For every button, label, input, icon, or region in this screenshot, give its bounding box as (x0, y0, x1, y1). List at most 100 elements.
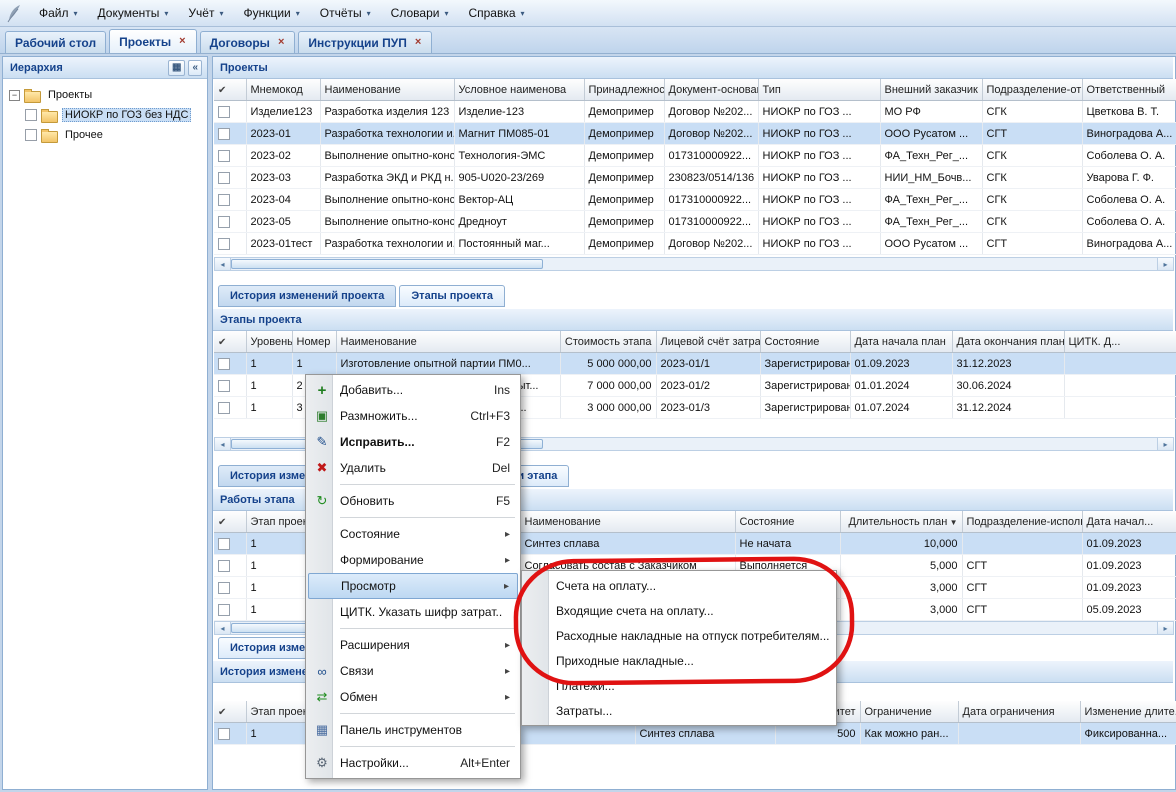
close-icon[interactable]: × (414, 37, 422, 48)
tree-item[interactable]: Прочее (6, 125, 204, 145)
context-menu-item[interactable]: ▣Размножить...Ctrl+F3 (308, 403, 518, 429)
row-checkbox[interactable] (218, 172, 230, 184)
column-header[interactable]: Наименование (336, 331, 560, 353)
select-all-checkbox[interactable]: ✔ (214, 511, 246, 533)
table-row[interactable]: Изделие123Разработка изделия 123Изделие-… (214, 101, 1176, 123)
grid-search-icon[interactable]: ▦ (168, 60, 185, 76)
column-header[interactable]: Дата начала план (850, 331, 952, 353)
menubar-item[interactable]: Документы (89, 2, 178, 24)
context-menu-item[interactable]: Формирование▸ (308, 547, 518, 573)
context-menu-item[interactable]: Расширения▸ (308, 632, 518, 658)
column-header[interactable]: Условное наименова (454, 79, 584, 101)
context-menu-item[interactable]: ⚙Настройки...Alt+Enter (308, 750, 518, 776)
column-header[interactable]: Подразделение-исполнитель.. (962, 511, 1082, 533)
context-menu-item[interactable]: ✖УдалитьDel (308, 455, 518, 481)
column-header[interactable]: Состояние (735, 511, 840, 533)
context-menu-item[interactable]: ∞Связи▸ (308, 658, 518, 684)
column-header[interactable]: Номер (292, 331, 336, 353)
column-header[interactable]: Дата начал... (1082, 511, 1176, 533)
menubar-item[interactable]: Файл (30, 2, 87, 24)
scroll-right-icon[interactable]: ▸ (1157, 622, 1173, 634)
menubar-item[interactable]: Функции (234, 2, 308, 24)
submenu-item[interactable]: Счета на оплату... (524, 573, 834, 598)
select-all-checkbox[interactable]: ✔ (214, 331, 246, 353)
context-menu-item[interactable]: ✎Исправить...F2 (308, 429, 518, 455)
document-tab[interactable]: Рабочий стол (5, 31, 106, 53)
row-checkbox[interactable] (218, 728, 230, 740)
tree-item[interactable]: НИОКР по ГОЗ без НДС (6, 105, 204, 125)
section-tab[interactable]: Этапы проекта (399, 285, 505, 307)
menubar-item[interactable]: Справка (459, 2, 533, 24)
close-icon[interactable]: × (277, 37, 285, 48)
column-header[interactable]: Наименование (320, 79, 454, 101)
row-checkbox[interactable] (218, 216, 230, 228)
context-menu-item[interactable]: Просмотр▸ (308, 573, 518, 599)
row-checkbox[interactable] (218, 194, 230, 206)
scroll-right-icon[interactable]: ▸ (1157, 258, 1173, 270)
context-menu-item[interactable]: ▦Панель инструментов (308, 717, 518, 743)
column-header[interactable]: Мнемокод (246, 79, 320, 101)
row-checkbox[interactable] (218, 128, 230, 140)
document-tab[interactable]: Проекты× (109, 29, 197, 53)
table-row[interactable]: 2023-01тестРазработка технологии и...Пос… (214, 233, 1176, 255)
close-icon[interactable]: × (178, 36, 186, 47)
column-header[interactable]: Длительность план ▼ (840, 511, 962, 533)
row-checkbox[interactable] (218, 238, 230, 250)
context-menu-item[interactable]: +Добавить...Ins (308, 377, 518, 403)
document-tab[interactable]: Инструкции ПУП× (298, 31, 432, 53)
row-checkbox[interactable] (218, 560, 230, 572)
table-row[interactable]: 11Изготовление опытной партии ПМ0...5 00… (214, 353, 1176, 375)
projects-hscrollbar[interactable]: ◂ ▸ (214, 257, 1174, 271)
scrollbar-thumb[interactable] (231, 259, 543, 269)
checkbox[interactable] (25, 129, 37, 141)
row-checkbox[interactable] (218, 402, 230, 414)
table-row[interactable]: 2023-05Выполнение опытно-конс...Дредноут… (214, 211, 1176, 233)
context-menu-item[interactable]: Состояние▸ (308, 521, 518, 547)
column-header[interactable]: Ограничение (860, 701, 958, 723)
column-header[interactable]: Внешний заказчик (880, 79, 982, 101)
table-row[interactable]: 2023-01Разработка технологии и...Магнит … (214, 123, 1176, 145)
submenu-item[interactable]: Расходные накладные на отпуск потребител… (524, 623, 834, 648)
section-tab[interactable]: История изменений проекта (218, 285, 396, 307)
column-header[interactable]: Лицевой счёт затрат. (656, 331, 760, 353)
column-header[interactable]: Дата ограничения (958, 701, 1080, 723)
context-menu-item[interactable]: ⇄Обмен▸ (308, 684, 518, 710)
column-header[interactable]: Дата окончания план (952, 331, 1064, 353)
column-header[interactable]: Стоимость этапа (560, 331, 656, 353)
table-row[interactable]: 2023-03Разработка ЭКД и РКД н...905-U020… (214, 167, 1176, 189)
expander-icon[interactable]: − (9, 90, 20, 101)
scroll-right-icon[interactable]: ▸ (1157, 438, 1173, 450)
submenu-item[interactable]: Затраты... (524, 698, 834, 723)
row-checkbox[interactable] (218, 358, 230, 370)
column-header[interactable]: ЦИТК. Д... (1064, 331, 1176, 353)
table-row[interactable]: 2023-02Выполнение опытно-конс...Технолог… (214, 145, 1176, 167)
row-checkbox[interactable] (218, 538, 230, 550)
context-menu-item[interactable]: ↻ОбновитьF5 (308, 488, 518, 514)
tree-item[interactable]: −Проекты (6, 85, 204, 105)
column-header[interactable]: Документ-основан (664, 79, 758, 101)
row-checkbox[interactable] (218, 380, 230, 392)
submenu-item[interactable]: Входящие счета на оплату... (524, 598, 834, 623)
scroll-left-icon[interactable]: ◂ (215, 258, 231, 270)
submenu-item[interactable]: Приходные накладные... (524, 648, 834, 673)
document-tab[interactable]: Договоры× (200, 31, 296, 53)
collapse-panel-icon[interactable]: « (188, 60, 202, 76)
column-header[interactable]: Подразделение-от (982, 79, 1082, 101)
scroll-left-icon[interactable]: ◂ (215, 622, 231, 634)
menubar-item[interactable]: Учёт (179, 2, 232, 24)
table-row[interactable]: 2023-04Выполнение опытно-конс...Вектор-А… (214, 189, 1176, 211)
row-checkbox[interactable] (218, 582, 230, 594)
context-menu-item[interactable]: ЦИТК. Указать шифр затрат.. (308, 599, 518, 625)
row-checkbox[interactable] (218, 106, 230, 118)
column-header[interactable]: Уровень (246, 331, 292, 353)
row-checkbox[interactable] (218, 150, 230, 162)
column-header[interactable]: Состояние (760, 331, 850, 353)
select-all-checkbox[interactable]: ✔ (214, 701, 246, 723)
select-all-checkbox[interactable]: ✔ (214, 79, 246, 101)
menubar-item[interactable]: Отчёты (311, 2, 380, 24)
column-header[interactable]: Изменение длите... (1080, 701, 1176, 723)
column-header[interactable]: Ответственный (1082, 79, 1176, 101)
column-header[interactable]: Тип (758, 79, 880, 101)
submenu-item[interactable]: Платежи... (524, 673, 834, 698)
menubar-item[interactable]: Словари (382, 2, 458, 24)
